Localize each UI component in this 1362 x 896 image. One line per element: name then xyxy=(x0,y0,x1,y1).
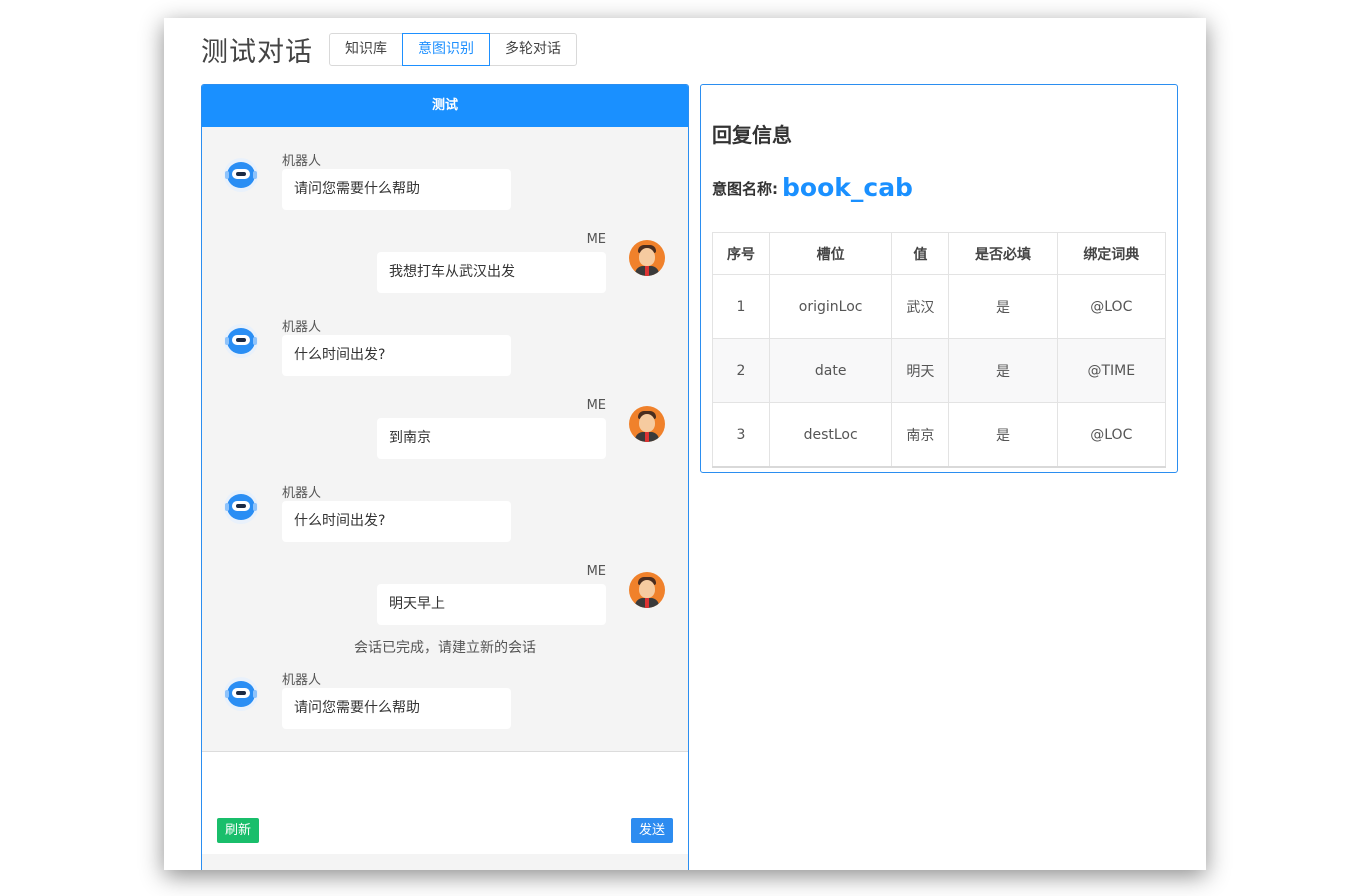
tab-intent-recognition[interactable]: 意图识别 xyxy=(402,33,490,66)
bot-message-bubble: 什么时间出发? xyxy=(282,501,511,542)
app-window: 测试对话 知识库 意图识别 多轮对话 测试 机器人 请问您需要什么帮助 ME 我… xyxy=(164,18,1206,870)
table-cell: 是 xyxy=(948,274,1058,339)
user-message-bubble: 明天早上 xyxy=(377,584,606,625)
table-cell: 1 xyxy=(712,274,770,339)
send-button[interactable]: 发送 xyxy=(630,818,673,843)
chat-panel: 测试 机器人 请问您需要什么帮助 ME 我想打车从武汉出发 机器人 什么时间出发… xyxy=(201,84,689,870)
table-header-row: 序号 槽位 值 是否必填 绑定词典 xyxy=(712,232,1167,275)
column-header: 是否必填 xyxy=(948,232,1058,275)
column-header: 槽位 xyxy=(768,232,893,275)
slot-table: 序号 槽位 值 是否必填 绑定词典 1 originLoc 武汉 是 @LOC … xyxy=(712,232,1167,468)
bot-sender-label: 机器人 xyxy=(282,673,322,688)
column-header: 绑定词典 xyxy=(1056,232,1167,275)
table-row: 2 date 明天 是 @TIME xyxy=(712,338,1167,403)
table-cell: 明天 xyxy=(891,338,950,403)
page-title: 测试对话 xyxy=(201,37,313,68)
table-row: 3 destLoc 南京 是 @LOC xyxy=(712,402,1167,468)
session-complete-note: 会话已完成，请建立新的会话 xyxy=(354,640,536,656)
table-cell: 是 xyxy=(948,402,1058,468)
reply-info-panel: 回复信息 意图名称: book_cab 序号 槽位 值 是否必填 绑定词典 1 o… xyxy=(700,84,1178,473)
table-cell: 2 xyxy=(712,338,770,403)
table-cell: @TIME xyxy=(1056,338,1167,403)
tab-knowledge-base[interactable]: 知识库 xyxy=(329,33,403,66)
message-input-area[interactable]: 刷新 发送 xyxy=(202,751,688,854)
intent-name: 意图名称: book_cab xyxy=(712,173,913,202)
user-sender-label: ME xyxy=(586,232,606,247)
bot-message-bubble: 什么时间出发? xyxy=(282,335,511,376)
message-input[interactable] xyxy=(212,760,678,810)
table-cell: 是 xyxy=(948,338,1058,403)
tab-bar: 知识库 意图识别 多轮对话 xyxy=(329,33,577,66)
column-header: 序号 xyxy=(712,232,770,275)
user-sender-label: ME xyxy=(586,398,606,413)
bot-message-bubble: 请问您需要什么帮助 xyxy=(282,688,511,729)
table-cell: 南京 xyxy=(891,402,950,468)
table-cell: originLoc xyxy=(768,274,893,339)
chat-header: 测试 xyxy=(202,85,688,127)
bot-message-bubble: 请问您需要什么帮助 xyxy=(282,169,511,210)
reply-title: 回复信息 xyxy=(712,123,792,147)
intent-label: 意图名称: xyxy=(712,180,778,198)
robot-avatar-icon xyxy=(224,677,258,711)
table-cell: @LOC xyxy=(1056,402,1167,468)
table-cell: destLoc xyxy=(768,402,893,468)
robot-avatar-icon xyxy=(224,324,258,358)
intent-value: book_cab xyxy=(782,173,913,202)
table-cell: 武汉 xyxy=(891,274,950,339)
user-sender-label: ME xyxy=(586,564,606,579)
column-header: 值 xyxy=(891,232,950,275)
robot-avatar-icon xyxy=(224,158,258,192)
robot-avatar-icon xyxy=(224,490,258,524)
user-avatar-icon xyxy=(629,240,665,276)
table-cell: date xyxy=(768,338,893,403)
bot-sender-label: 机器人 xyxy=(282,154,322,169)
table-cell: @LOC xyxy=(1056,274,1167,339)
user-message-bubble: 我想打车从武汉出发 xyxy=(377,252,606,293)
tab-multi-turn-dialog[interactable]: 多轮对话 xyxy=(489,33,577,66)
user-avatar-icon xyxy=(629,406,665,442)
table-cell: 3 xyxy=(712,402,770,468)
bot-sender-label: 机器人 xyxy=(282,486,322,501)
bot-sender-label: 机器人 xyxy=(282,320,322,335)
table-row: 1 originLoc 武汉 是 @LOC xyxy=(712,274,1167,339)
refresh-button[interactable]: 刷新 xyxy=(217,818,260,843)
user-message-bubble: 到南京 xyxy=(377,418,606,459)
user-avatar-icon xyxy=(629,572,665,608)
